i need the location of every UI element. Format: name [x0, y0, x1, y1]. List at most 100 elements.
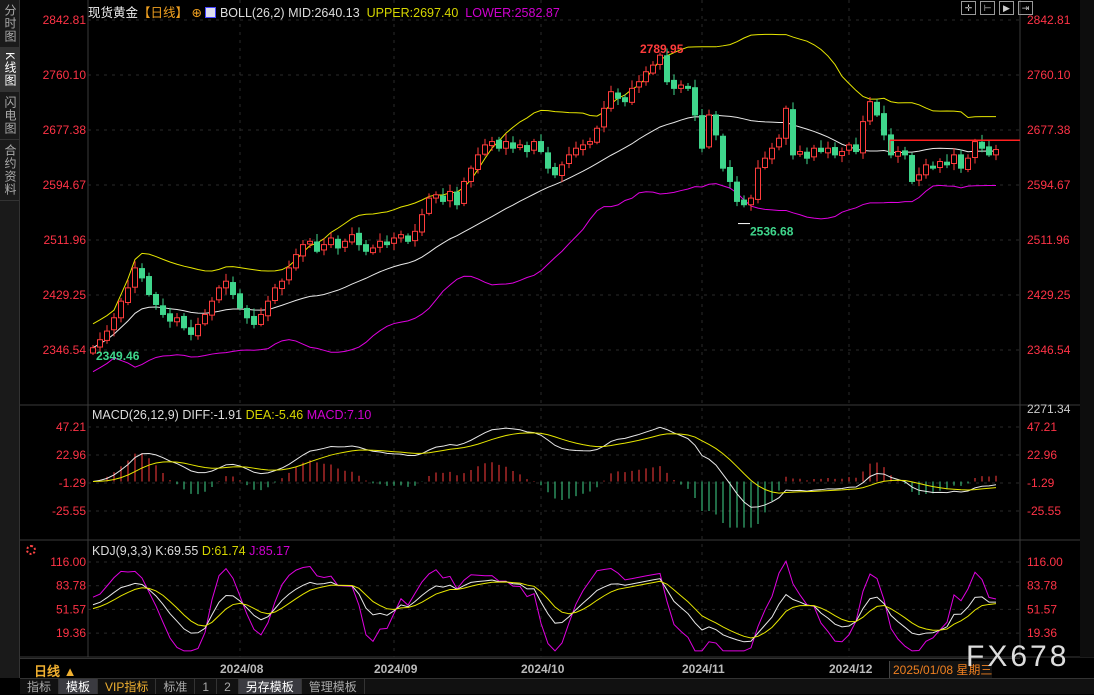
candle-up — [398, 234, 404, 239]
tab-save-template[interactable]: 另存模板 — [238, 679, 302, 694]
tab-manage-templates[interactable]: 管理模板 — [302, 679, 365, 694]
candle-up — [202, 313, 208, 325]
candle-down — [237, 293, 243, 309]
macd-header: MACD(26,12,9) DIFF:-1.91 DEA:-5.46 MACD:… — [92, 408, 371, 422]
candle-down — [902, 150, 908, 156]
kdj-settings-icon[interactable] — [26, 545, 36, 555]
candle-down — [909, 155, 915, 182]
kdj-j: J:85.17 — [249, 544, 291, 558]
candle-up — [839, 151, 845, 157]
tab-indicators[interactable]: 指标 — [20, 679, 60, 694]
boll-mid: MID:2640.13 — [288, 6, 360, 20]
candle-up — [916, 174, 922, 181]
candle-down — [335, 238, 341, 249]
candle-up — [104, 330, 110, 341]
price-tick-right: 2429.25 — [1027, 288, 1071, 302]
candle-up — [468, 167, 474, 182]
price-tick-left: 2429.25 — [43, 288, 87, 302]
date-label: 2024/12 — [829, 662, 873, 676]
macd-tick-right: 47.21 — [1027, 420, 1057, 434]
macd-label: MACD(26,12,9) — [92, 408, 179, 422]
candle-up — [769, 147, 775, 160]
candle-up — [419, 214, 425, 233]
candle-down — [356, 232, 362, 246]
date-label: 2024/10 — [521, 662, 565, 676]
tab-2[interactable]: 2 — [217, 679, 239, 694]
crosshair-icon[interactable]: ✛ — [961, 1, 976, 15]
high-annotation: 2789.95 — [640, 42, 684, 56]
candle-up — [678, 84, 684, 89]
candle-up — [433, 194, 439, 199]
kdj-k: K:69.55 — [155, 544, 199, 558]
kdj-tick-right: 83.78 — [1027, 579, 1057, 593]
tab-vip-indicators[interactable]: VIP指标 — [98, 679, 157, 694]
candle-down — [146, 276, 152, 296]
low-annotation: 2536.68 — [750, 225, 794, 239]
candle-down — [153, 294, 159, 305]
candle-up — [174, 317, 180, 323]
kdj-tick-right: 116.00 — [1027, 555, 1063, 569]
candle-up — [566, 154, 572, 165]
candle-up — [972, 141, 978, 159]
candle-down — [384, 241, 390, 246]
candle-up — [461, 180, 467, 204]
macd-tick-right: -25.55 — [1027, 504, 1061, 518]
candle-down — [160, 305, 166, 315]
price-tick-right: 2594.67 — [1027, 178, 1071, 192]
chart-toolbar: ✛ ⊢ ▶ ⇥ — [961, 1, 1033, 15]
price-tick-left: 2842.81 — [43, 13, 87, 27]
candle-up — [755, 167, 761, 200]
play-icon[interactable]: ▶ — [999, 1, 1014, 15]
candle-up — [573, 147, 579, 156]
candle-down — [930, 165, 936, 169]
tab-standard[interactable]: 标准 — [156, 679, 196, 694]
candle-down — [986, 146, 992, 156]
candle-down — [405, 235, 411, 242]
kdj-tick-right: 19.36 — [1027, 626, 1057, 640]
macd-tick-right: -1.29 — [1027, 476, 1055, 490]
kline-chart[interactable]: 2842.81 2842.81 2760.10 2760.10 2677.38 2677.… — [0, 0, 1094, 694]
candle-up — [895, 151, 901, 157]
step-icon[interactable]: ⇥ — [1018, 1, 1033, 15]
candle-down — [713, 114, 719, 136]
candle-up — [636, 81, 642, 88]
target-icon[interactable]: ⊕ — [192, 6, 202, 20]
candle-down — [699, 115, 705, 149]
candle-up — [300, 244, 306, 257]
tab-1[interactable]: 1 — [195, 679, 218, 694]
candle-up — [391, 237, 397, 244]
macd-dea: DEA:-5.46 — [245, 408, 304, 422]
chart-type-icon[interactable] — [205, 7, 217, 18]
macd-tick-left: 47.21 — [56, 420, 86, 434]
start-low-annotation: 2349.46 — [96, 349, 140, 363]
candle-down — [804, 151, 810, 159]
candle-up — [846, 144, 852, 151]
macd-tick-right: 22.96 — [1027, 448, 1057, 462]
candle-down — [454, 191, 460, 206]
candle-down — [510, 142, 516, 149]
kdj-tick-right: 51.57 — [1027, 602, 1057, 616]
candle-up — [97, 339, 103, 348]
candle-down — [545, 152, 551, 169]
candle-down — [692, 87, 698, 116]
zoom-in-icon[interactable]: ⊢ — [980, 1, 995, 15]
kdj-tick-left: 116.00 — [50, 555, 86, 569]
candle-up — [223, 280, 229, 289]
tab-templates[interactable]: 模板 — [59, 679, 99, 694]
candle-up — [216, 287, 222, 301]
candle-down — [664, 55, 670, 83]
chart-header: 现货黄金【日线】 ⊕ BOLL(26,2) MID:2640.13 UPPER:… — [88, 2, 560, 21]
candle-up — [307, 240, 313, 245]
candle-down — [167, 313, 173, 322]
candle-up — [293, 254, 299, 269]
date-label: 2024/11 — [682, 662, 725, 676]
candle-up — [580, 144, 586, 151]
candle-up — [657, 54, 663, 65]
candle-down — [881, 113, 887, 136]
candle-up — [349, 234, 355, 243]
candle-down — [727, 166, 733, 182]
price-tick-left: 2511.96 — [44, 233, 87, 247]
candle-up — [748, 197, 754, 206]
bottom-toolbar: 指标 模板 VIP指标 标准 1 2 另存模板 管理模板 — [20, 678, 1094, 694]
candle-down — [832, 147, 838, 156]
